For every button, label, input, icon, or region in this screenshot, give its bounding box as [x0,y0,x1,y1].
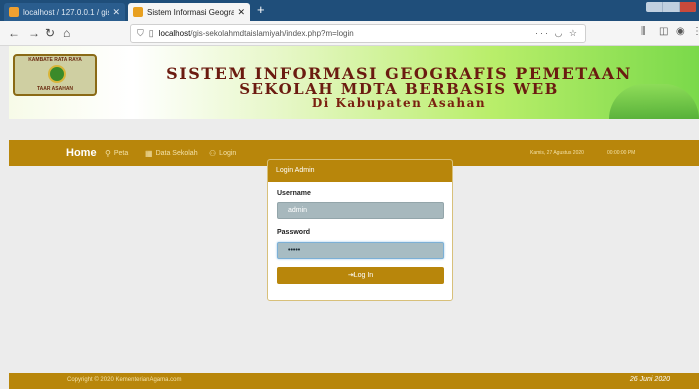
login-button[interactable]: ⇥Log In [277,267,444,284]
menu-label: Data Sekolah [155,150,198,157]
footer-date: 26 Juni 2020 [629,376,670,383]
menu-peta[interactable]: ⚲ Peta [105,149,128,158]
tab-sig[interactable]: Sistem Informasi Geografis Pe ✕ [128,3,250,21]
menu-login[interactable]: ⚇ Login [209,149,236,158]
username-field[interactable]: admin [277,202,444,219]
shield-icon[interactable]: ⛉ [137,28,144,39]
reload-icon[interactable]: ↻ [45,26,55,40]
sidebar-icon[interactable]: ◫ [659,26,668,37]
menu-data-sekolah[interactable]: ▦ Data Sekolah [145,149,198,158]
menu-home[interactable]: Home [66,147,97,159]
tab-title: localhost / 127.0.0.1 / gis | php [23,7,109,17]
phpmyadmin-icon [9,7,19,17]
more-icon[interactable]: ··· [535,28,550,38]
kabupaten-logo: KAMBATE RATA RAYA TAAR ASAHAN [13,54,97,96]
site-banner: KAMBATE RATA RAYA TAAR ASAHAN SISTEM INF… [9,46,699,119]
current-date: Kamis, 27 Agustus 2020 [530,150,584,156]
site-favicon-icon [133,7,143,17]
tab-phpmyadmin[interactable]: localhost / 127.0.0.1 / gis | php ✕ [4,3,125,21]
user-icon: ⚇ [209,149,217,158]
username-label: Username [277,190,311,197]
url-path: /gis-sekolahmdtaislamiyah/index.php?m=lo… [190,29,354,38]
login-panel-title: Login Admin [268,160,452,182]
menu-label: Peta [113,150,129,157]
home-icon[interactable]: ⌂ [63,26,70,40]
site-footer: Copyright © 2020 KementerianAgama.com 26… [9,373,699,389]
close-tab-icon[interactable]: ✕ [237,7,245,18]
star-icon[interactable]: ☆ [569,28,579,38]
login-button-label: Log In [353,272,374,279]
pocket-icon[interactable]: ◡ [555,28,565,38]
seal-icon [48,65,66,83]
page-icon: ▯ [148,28,154,38]
current-time: 00:00:00 PM [607,150,636,156]
close-window-button[interactable] [680,2,696,12]
menu-icon[interactable]: ⋮ [692,26,699,37]
new-tab-icon[interactable]: + [257,2,265,18]
forward-icon[interactable]: → [28,26,40,40]
maximize-button[interactable] [663,2,680,12]
tab-title: Sistem Informasi Geografis Pe [147,7,235,17]
page-actions: ··· ◡ ☆ [535,28,579,39]
copyright-text: Copyright © 2020 KementerianAgama.com [67,377,182,383]
menu-label: Login [219,150,237,157]
banner-title-line3: Di Kabupaten Asahan [311,96,487,110]
browser-navbar: ← → ↻ ⌂ ⛉ ▯ localhost /gis-sekolahmdtais… [0,21,699,46]
browser-tabstrip: localhost / 127.0.0.1 / gis | php ✕ Sist… [0,0,699,21]
url-bar[interactable]: ⛉ ▯ localhost /gis-sekolahmdtaislamiyah/… [130,24,586,43]
table-icon: ▦ [145,149,153,158]
password-label: Password [277,229,311,236]
logo-bottom-text: TAAR ASAHAN [36,86,74,92]
login-panel: Login Admin Username admin Password ••••… [267,159,453,301]
back-icon[interactable]: ← [8,26,20,40]
password-field[interactable]: ••••• [277,242,444,259]
window-controls [646,2,696,12]
library-icon[interactable]: ⫼ [641,26,646,37]
close-tab-icon[interactable]: ✕ [112,7,120,18]
url-host: localhost [158,29,191,38]
minimize-button[interactable] [646,2,663,12]
map-marker-icon: ⚲ [105,149,111,158]
extension-icon[interactable]: ◉ [676,26,685,37]
logo-top-text: KAMBATE RATA RAYA [28,57,82,63]
